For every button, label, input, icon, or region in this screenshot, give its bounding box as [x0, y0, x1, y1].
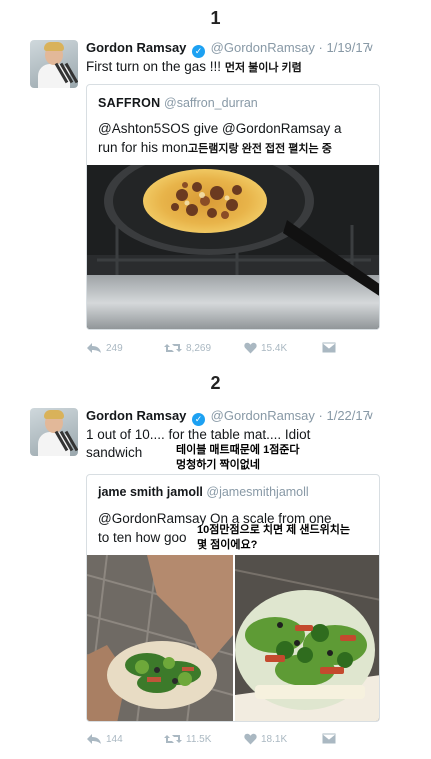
quote-translation-overlay: 10점만점으로 치면 제 샌드위치는 몇 점이에요? — [197, 523, 350, 553]
quote-translation-overlay: 고든램지랑 완전 접전 펼치는 중 — [188, 143, 332, 155]
author-handle[interactable]: @GordonRamsay — [211, 408, 315, 423]
retweet-button[interactable]: 8,269 — [164, 342, 211, 354]
quote-author: SAFFRON — [98, 96, 161, 110]
reply-icon — [87, 343, 101, 353]
quote-translation-line-2: 몇 점이에요? — [197, 539, 258, 551]
dm-icon — [322, 342, 336, 353]
reply-button[interactable]: 249 — [86, 342, 123, 354]
avatar[interactable] — [30, 408, 78, 456]
retweet-button[interactable]: 11.5K — [164, 733, 211, 745]
quote-text-line-2: run for his mon — [98, 140, 189, 155]
reply-count: 144 — [106, 733, 123, 745]
author-name[interactable]: Gordon Ramsay — [86, 40, 186, 55]
like-button[interactable]: 15.4K — [244, 342, 287, 354]
retweet-count: 11.5K — [186, 733, 212, 745]
dm-icon — [322, 733, 336, 744]
like-count: 15.4K — [261, 342, 288, 354]
sandwich-hand-image — [87, 555, 233, 721]
author-name[interactable]: Gordon Ramsay — [86, 408, 186, 423]
verified-badge-icon: ✓ — [192, 413, 206, 426]
tweet-header: Gordon Ramsay ✓ @GordonRamsay · 1/19/17 — [86, 40, 370, 58]
dm-button[interactable] — [322, 342, 336, 353]
pan-photo[interactable] — [87, 165, 379, 329]
translation-line-2: 멍청하기 짝이없네 — [176, 459, 261, 471]
quote-text-line-1: @Ashton5SOS give @GordonRamsay a — [98, 121, 342, 136]
retweet-icon — [164, 735, 182, 743]
translation-overlay: 테이블 매트때문에 1점준다 멍청하기 짝이없네 — [176, 443, 300, 473]
avatar[interactable] — [30, 40, 78, 88]
sandwich-photo-right[interactable] — [235, 555, 379, 721]
reply-count: 249 — [106, 342, 123, 354]
tweet-date[interactable]: · 1/19/17 — [319, 40, 370, 55]
quote-handle: @jamesmithjamoll — [206, 485, 309, 499]
quote-header: SAFFRON @saffron_durran — [98, 96, 258, 110]
retweet-icon — [164, 344, 182, 352]
verified-badge-icon: ✓ — [192, 45, 206, 58]
section-number-2: 2 — [210, 373, 221, 393]
quote-author: jame smith jamoll — [98, 485, 203, 499]
like-count: 18.1K — [261, 733, 288, 745]
quote-handle: @saffron_durran — [164, 96, 258, 110]
like-button[interactable]: 18.1K — [244, 733, 287, 745]
pan-omelette-image — [87, 165, 379, 329]
quote-text: @Ashton5SOS give @GordonRamsay a run for… — [98, 119, 371, 159]
like-icon — [244, 733, 257, 745]
tweet-body-line-1: 1 out of 10.... for the table mat.... Id… — [86, 427, 311, 442]
dm-button[interactable] — [322, 733, 336, 744]
tweet-header: Gordon Ramsay ✓ @GordonRamsay · 1/22/17 — [86, 408, 370, 426]
translation-line-1: 테이블 매트때문에 1점준다 — [176, 444, 300, 456]
quoted-tweet[interactable]: jame smith jamoll @jamesmithjamoll @Gord… — [86, 474, 380, 722]
sandwich-photo-left[interactable] — [87, 555, 233, 721]
reply-button[interactable]: 144 — [86, 733, 123, 745]
quote-translation-line-1: 10점만점으로 치면 제 샌드위치는 — [197, 524, 350, 536]
reply-icon — [87, 734, 101, 744]
sandwich-table-image — [235, 555, 379, 721]
section-number-1: 1 — [210, 8, 221, 28]
author-handle[interactable]: @GordonRamsay — [211, 40, 315, 55]
retweet-count: 8,269 — [186, 342, 212, 354]
quoted-tweet[interactable]: SAFFRON @saffron_durran @Ashton5SOS give… — [86, 84, 380, 330]
tweet-body: First turn on the gas !!! — [86, 59, 222, 74]
chevron-down-icon[interactable]: ∨ — [366, 409, 374, 422]
chevron-down-icon[interactable]: ∨ — [366, 41, 374, 54]
quote-header: jame smith jamoll @jamesmithjamoll — [98, 485, 309, 499]
tweet-text: First turn on the gas !!! 먼저 불이나 키렴 — [86, 58, 302, 77]
tweet-date[interactable]: · 1/22/17 — [319, 408, 370, 423]
translation-overlay: 먼저 불이나 키렴 — [224, 62, 302, 74]
like-icon — [244, 342, 257, 354]
